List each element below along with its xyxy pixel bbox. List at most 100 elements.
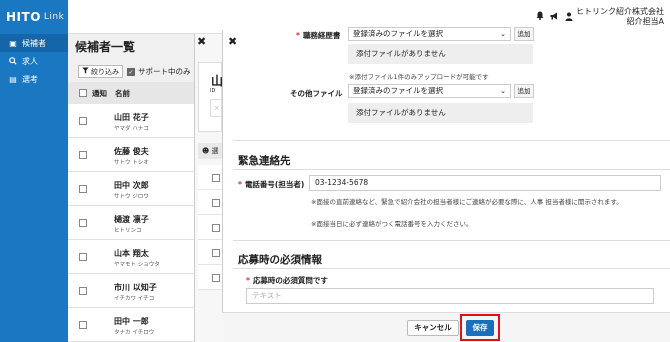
detail-id-label: ID xyxy=(210,88,216,94)
list-item[interactable]: 田中 次郎サトウ ジロウ xyxy=(68,172,194,206)
save-highlight-box xyxy=(460,314,500,341)
detail-rows xyxy=(198,165,222,290)
person-icon: ▣ xyxy=(9,38,17,48)
sidebar-item-label: 選考 xyxy=(22,74,38,84)
select-all-checkbox[interactable] xyxy=(79,89,87,97)
row-checkbox[interactable] xyxy=(212,199,220,207)
close-icon[interactable]: ✖ xyxy=(228,35,237,48)
required-title: 応募時の必須情報 xyxy=(238,254,322,266)
other-file-select[interactable]: 登録済みのファイルを選択 ⌄ xyxy=(348,84,511,98)
row-checkbox[interactable] xyxy=(212,274,220,282)
page-title: 候補者一覧 xyxy=(75,40,136,54)
other-file-add-button[interactable]: 追加 xyxy=(514,84,534,98)
phone-input[interactable]: 03-1234-5678 xyxy=(309,175,661,191)
filter-button[interactable]: 絞り込み xyxy=(78,65,123,78)
detail-row xyxy=(198,190,222,215)
column-notify: 通知 xyxy=(92,88,107,98)
user-menu[interactable]: ヒトリンク紹介株式会社 紹介担当A xyxy=(565,7,664,27)
candidate-kana: サトウ ジロウ xyxy=(114,194,149,200)
row-checkbox[interactable] xyxy=(212,224,220,232)
cancel-button[interactable]: キャンセル xyxy=(407,320,459,336)
user-info: ヒトリンク紹介株式会社 紹介担当A xyxy=(576,7,664,27)
divider xyxy=(233,268,670,269)
sidebar-item-candidates[interactable]: ▣ 候補者 xyxy=(0,34,68,52)
candidate-name: 山田 花子 xyxy=(114,113,149,122)
checkbox-checked[interactable]: ✓ xyxy=(127,67,135,76)
required-question-input[interactable]: テキスト xyxy=(246,288,654,304)
row-checkbox[interactable] xyxy=(212,174,220,182)
row-checkbox[interactable] xyxy=(79,185,87,193)
resume-file-select[interactable]: 登録済みのファイルを選択 ⌄ xyxy=(348,27,511,41)
row-checkbox[interactable] xyxy=(79,151,87,159)
list-item[interactable]: 山本 翔太ヤマモト ショウタ xyxy=(68,240,194,274)
chevron-down-icon: ⌄ xyxy=(500,87,506,95)
phone-note-1: ※面接の直前連絡など、緊急で紹介会社の担当者様にご連絡が必要な際に、人事 担当者… xyxy=(311,198,623,206)
logo-sub-text: Link xyxy=(43,12,65,22)
row-checkbox[interactable] xyxy=(79,117,87,125)
required-question-label: * 応募時の必須質問です xyxy=(246,276,328,285)
people-icon: ☻ xyxy=(202,147,210,155)
detail-input[interactable]: × xyxy=(210,99,222,117)
detail-tab[interactable]: ☻ 選 xyxy=(198,143,222,159)
company-name: ヒトリンク紹介株式会社 xyxy=(576,7,664,16)
app-logo[interactable]: HITO Link xyxy=(0,0,68,34)
list-item[interactable]: 市川 以知子 イチカワ イチコ xyxy=(68,274,194,308)
candidate-name: 市川 以知子 xyxy=(114,283,157,292)
user-icon xyxy=(565,12,573,23)
required-question-label-text: 応募時の必須質問です xyxy=(252,276,328,285)
list-item[interactable]: 田中 一郎タナカ イチロウ xyxy=(68,308,194,342)
resume-add-button[interactable]: 追加 xyxy=(514,27,534,41)
sidebar-item-jobs[interactable]: 求人 xyxy=(0,52,68,70)
user-name: 紹介担当A xyxy=(626,17,664,26)
row-checkbox[interactable] xyxy=(79,321,87,329)
sidebar-item-selection[interactable]: ▤ 選考 xyxy=(0,70,68,88)
candidate-kana: ヤマモト ショウタ xyxy=(114,262,160,268)
logo-main-text: HITO xyxy=(6,10,41,24)
candidate-kana: ヒトリンコ xyxy=(114,228,142,234)
row-checkbox[interactable] xyxy=(212,249,220,257)
detail-row xyxy=(198,240,222,265)
resume-label: * 職務経歴書 xyxy=(296,31,341,40)
close-icon[interactable]: ✖ xyxy=(197,35,206,48)
phone-label: * 電話番号(担当者) xyxy=(238,180,305,189)
support-only-checkbox[interactable]: ✓ サポート中のみ xyxy=(127,66,191,77)
upload-note: ※添付ファイル1件のみアップロードが可能です xyxy=(349,73,489,81)
candidate-kana: イチカワ イチコ xyxy=(114,296,155,302)
sidebar-item-label: 求人 xyxy=(22,56,38,66)
header-actions: ヒトリンク紹介株式会社 紹介担当A xyxy=(536,7,664,27)
resume-no-file: 添付ファイルがありません xyxy=(348,44,533,64)
select-value: 登録済みのファイルを選択 xyxy=(353,29,443,38)
divider xyxy=(233,169,670,170)
candidate-name: 田中 次郎 xyxy=(114,181,149,190)
row-checkbox[interactable] xyxy=(79,287,87,295)
list-item[interactable]: 山田 花子ヤマダ ハナコ xyxy=(68,104,194,138)
candidate-name: 田中 一郎 xyxy=(114,317,149,326)
detail-row xyxy=(198,265,222,290)
candidate-kana: タナカ イチロウ xyxy=(114,330,155,336)
list-item[interactable]: 佐藤 俊夫 サトウ トシオ xyxy=(68,138,194,172)
bell-icon[interactable] xyxy=(536,11,544,23)
resume-label-text: 職務経歴書 xyxy=(302,31,341,40)
column-name: 名前 xyxy=(115,88,130,98)
detail-row xyxy=(198,215,222,240)
candidate-name: 樋渡 凛子 xyxy=(114,215,149,224)
candidate-name: 山本 翔太 xyxy=(114,249,149,258)
row-checkbox[interactable] xyxy=(79,219,87,227)
detail-tab-label: 選 xyxy=(211,147,219,155)
candidate-name: 佐藤 俊夫 xyxy=(114,147,149,156)
megaphone-icon[interactable] xyxy=(550,12,559,23)
row-checkbox[interactable] xyxy=(79,253,87,261)
select-value: 登録済みのファイルを選択 xyxy=(353,86,443,95)
candidate-kana: ヤマダ ハナコ xyxy=(114,126,149,132)
other-no-file: 添付ファイルがありません xyxy=(348,103,533,123)
search-icon xyxy=(8,57,18,65)
emergency-title: 緊急連絡先 xyxy=(238,155,291,167)
phone-label-text: 電話番号(担当者) xyxy=(244,180,305,189)
other-files-label: その他ファイル xyxy=(290,89,343,98)
list-item[interactable]: 樋渡 凛子ヒトリンコ xyxy=(68,206,194,240)
list-header: 通知 名前 xyxy=(68,82,194,104)
sidebar: HITO Link ▣ 候補者 求人 ▤ 選考 xyxy=(0,0,68,342)
filter-label: 絞り込み xyxy=(91,67,119,76)
detail-row xyxy=(198,165,222,190)
document-icon: ▤ xyxy=(9,74,17,84)
